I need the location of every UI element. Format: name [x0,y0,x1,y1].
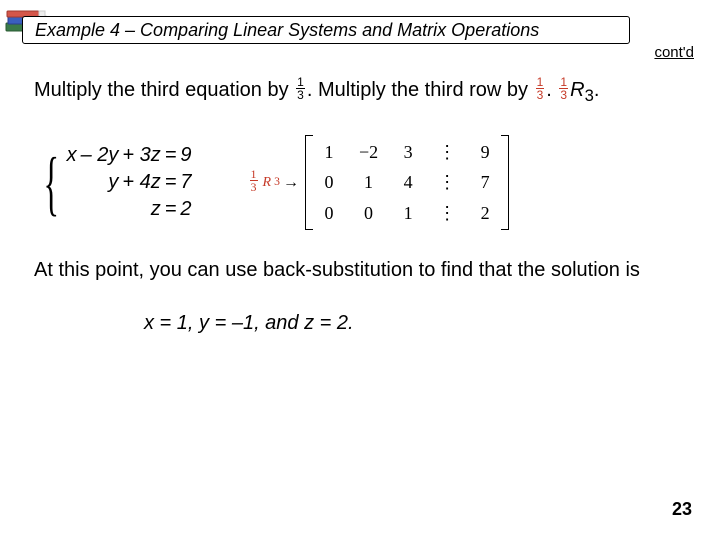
instruction-line: Multiply the third equation by 13. Multi… [34,78,686,107]
row-operation-label: 13R3 → [248,170,299,195]
fraction-one-third: 13 [296,76,305,101]
page-number: 23 [672,499,692,520]
solution-text: x = 1, y = –1, and z = 2. [144,311,686,336]
equation-system: { x– 2y+ 3z=9 y+ 4z=7 z=2 [34,143,194,222]
arrow-icon: → [283,173,299,193]
conclusion-text: At this point, you can use back-substitu… [34,258,686,283]
fraction-one-third-op2: 13 [559,76,568,101]
left-brace-icon: { [44,153,60,213]
example-title: Example 4 – Comparing Linear Systems and… [22,16,630,44]
matrix-block: 13R3 → 1−23⋮9 014⋮7 001⋮2 [248,135,510,231]
augmented-matrix: 1−23⋮9 014⋮7 001⋮2 [305,135,509,231]
contd-label: cont'd [654,44,694,61]
fraction-one-third-op: 13 [536,76,545,101]
example-title-text: Example 4 – Comparing Linear Systems and… [35,20,539,41]
